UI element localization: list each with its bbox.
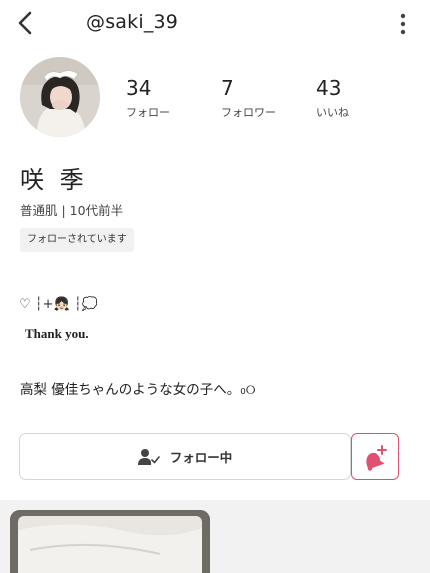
display-name: 咲 季 <box>20 166 88 194</box>
followers-count: 7 <box>221 76 234 100</box>
following-button[interactable]: フォロー中 <box>19 433 351 480</box>
following-count: 34 <box>126 76 152 100</box>
post-thumbnail[interactable] <box>10 510 210 573</box>
bell-plus-icon <box>366 444 387 471</box>
stat-likes[interactable]: 43 いいね <box>316 76 349 120</box>
post-photo <box>10 510 210 573</box>
header-username: @saki_39 <box>86 11 179 33</box>
notification-button[interactable] <box>351 433 399 480</box>
avatar[interactable] <box>20 57 100 137</box>
avatar-photo <box>20 57 100 137</box>
stat-following[interactable]: 34 フォロー <box>126 76 170 120</box>
likes-count: 43 <box>316 76 342 100</box>
more-menu-button[interactable] <box>392 12 414 36</box>
likes-label: いいね <box>316 106 349 119</box>
user-check-icon <box>137 448 160 465</box>
following-button-label: フォロー中 <box>169 450 233 465</box>
chevron-left-icon <box>18 11 32 35</box>
more-vertical-icon <box>400 13 406 35</box>
back-button[interactable] <box>14 10 38 36</box>
bio-thank-you: Thank you. <box>25 326 89 341</box>
follows-you-badge: フォローされています <box>20 228 134 252</box>
following-label: フォロー <box>126 106 170 119</box>
bio-text: 高梨 優佳ちゃんのような女の子へ。₀୦ <box>20 382 256 398</box>
top-bar: @saki_39 <box>0 0 430 46</box>
bio-emoji-line: ♡ ┆+👧🏻 ┆💭 <box>19 297 98 312</box>
stat-followers[interactable]: 7 フォロワー <box>221 76 276 120</box>
followers-label: フォロワー <box>221 106 276 119</box>
skin-type-age: 普通肌 | 10代前半 <box>20 203 124 218</box>
